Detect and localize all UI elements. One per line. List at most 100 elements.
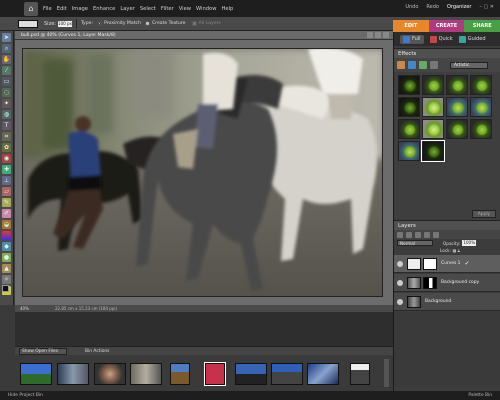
effect-thumbnail[interactable] [422, 97, 444, 117]
size-input[interactable]: 100 px [57, 20, 72, 27]
color-swatches[interactable] [2, 285, 12, 295]
file-thumbnail[interactable] [307, 363, 339, 385]
lock-transparency-icon[interactable]: ▦ [452, 248, 456, 253]
layer-row-background[interactable]: Background [394, 293, 500, 311]
photo-effects-icon[interactable] [419, 61, 427, 69]
filters-icon[interactable] [397, 61, 405, 69]
cookie-cutter-icon[interactable]: ✿ [2, 143, 11, 152]
effect-thumbnail[interactable] [398, 141, 420, 161]
menu-window[interactable]: Window [196, 6, 216, 12]
layer-row-background-copy[interactable]: Background copy [394, 274, 500, 292]
layer-mask-thumbnail[interactable] [423, 276, 437, 289]
effect-thumbnail[interactable] [446, 75, 468, 95]
shape-tool-icon[interactable]: ◆ [2, 242, 11, 251]
foreground-color[interactable] [2, 285, 9, 292]
effects-panel-header[interactable]: Effects [394, 48, 500, 58]
mode-guided[interactable]: Guided [458, 35, 486, 43]
menu-view[interactable]: View [179, 6, 191, 12]
undo-button[interactable]: Undo [405, 4, 418, 10]
menu-filter[interactable]: Filter [161, 6, 174, 12]
menu-image[interactable]: Image [72, 6, 88, 12]
file-thumbnail[interactable] [130, 363, 162, 385]
layer-styles-icon[interactable] [408, 61, 416, 69]
file-thumbnail[interactable] [350, 363, 370, 385]
palette-bin-button[interactable]: Palette Bin [468, 391, 492, 400]
effect-thumbnail-selected[interactable] [422, 141, 444, 161]
visibility-eye-icon[interactable] [397, 279, 403, 286]
marquee-icon[interactable]: ▭ [2, 77, 11, 86]
effect-thumbnail[interactable] [398, 75, 420, 95]
brush-preview[interactable] [18, 19, 38, 28]
all-layers-checkbox[interactable] [191, 21, 197, 26]
bin-scrollbar[interactable] [384, 359, 389, 387]
tab-create[interactable]: CREATE [428, 20, 465, 32]
redo-button[interactable]: Redo [426, 4, 439, 10]
blend-mode-select[interactable]: Normal [397, 240, 433, 246]
effect-thumbnail[interactable] [470, 75, 492, 95]
menu-help[interactable]: Help [221, 6, 233, 12]
gradient-icon[interactable] [2, 231, 11, 240]
hide-project-bin-button[interactable]: Hide Project Bin [8, 391, 43, 400]
zoom-level[interactable]: 40% [20, 305, 29, 312]
crop-tool-icon[interactable]: ⌗ [2, 132, 11, 141]
paint-bucket-icon[interactable]: ◒ [2, 220, 11, 229]
mode-quick[interactable]: Quick [429, 35, 453, 43]
visibility-eye-icon[interactable] [397, 298, 403, 305]
eyedropper-icon[interactable]: ⁄ [2, 66, 11, 75]
hand-tool-icon[interactable]: ✋ [2, 55, 11, 64]
file-thumbnail[interactable] [20, 363, 52, 385]
eraser-icon[interactable]: ▱ [2, 187, 11, 196]
selection-brush-icon[interactable]: ◍ [2, 110, 11, 119]
pencil-icon[interactable]: ✎ [2, 198, 11, 207]
checkmark-icon[interactable]: ✓ [464, 260, 469, 267]
effects-apply-button[interactable]: Apply [472, 210, 496, 218]
sponge-tool-icon[interactable]: ▲ [2, 264, 11, 273]
zoom-tool-icon[interactable]: ⌕ [2, 44, 11, 53]
magic-wand-icon[interactable]: ✦ [2, 99, 11, 108]
window-controls[interactable]: – ▢ ✕ [479, 4, 494, 10]
mode-full[interactable]: Full [400, 34, 424, 44]
add-mask-icon[interactable] [424, 231, 430, 238]
effect-thumbnail[interactable] [446, 97, 468, 117]
file-thumbnail[interactable] [57, 363, 89, 385]
doc-minimize-icon[interactable] [367, 32, 373, 38]
blur-tool-icon[interactable]: ● [2, 253, 11, 262]
canvas-area[interactable] [15, 40, 393, 305]
doc-close-icon[interactable] [383, 32, 389, 38]
menu-layer[interactable]: Layer [120, 6, 134, 12]
smart-brush-icon[interactable]: ✧ [2, 275, 11, 284]
type-tool-icon[interactable]: T [2, 121, 11, 130]
clone-stamp-icon[interactable]: ⊥ [2, 176, 11, 185]
proximity-match-radio[interactable] [97, 21, 103, 26]
menu-file[interactable]: File [43, 6, 52, 12]
effect-thumbnail[interactable] [398, 97, 420, 117]
healing-brush-icon[interactable]: ✚ [2, 165, 11, 174]
file-thumbnail[interactable] [271, 363, 303, 385]
file-thumbnail[interactable] [235, 363, 267, 385]
lock-all-icon[interactable]: 🔒︎ [458, 248, 460, 253]
tab-edit[interactable]: EDIT [393, 20, 429, 32]
layer-mask-thumbnail[interactable] [423, 257, 437, 270]
doc-maximize-icon[interactable] [375, 32, 381, 38]
visibility-eye-icon[interactable] [397, 260, 403, 267]
effect-thumbnail[interactable] [398, 119, 420, 139]
document-title[interactable]: bull.psd @ 40% (Curves 1, Layer Mask/8) [15, 31, 393, 40]
menu-edit[interactable]: Edit [57, 6, 67, 12]
effects-category-select[interactable]: Artistic [450, 61, 488, 69]
show-all-icon[interactable] [430, 61, 438, 69]
menu-enhance[interactable]: Enhance [93, 6, 115, 12]
file-thumbnail-selected[interactable] [205, 363, 225, 385]
show-open-files-select[interactable]: Show Open Files [19, 348, 67, 355]
red-eye-icon[interactable]: ◉ [2, 154, 11, 163]
menu-select[interactable]: Select [140, 6, 156, 12]
effect-thumbnail[interactable] [470, 119, 492, 139]
effect-thumbnail[interactable] [470, 97, 492, 117]
effect-thumbnail[interactable] [422, 119, 444, 139]
tab-share[interactable]: SHARE [464, 20, 500, 32]
layers-panel-header[interactable]: Layers [394, 220, 500, 230]
home-icon[interactable]: ⌂ [24, 1, 38, 16]
brush-icon[interactable]: ✐ [2, 209, 11, 218]
effect-thumbnail[interactable] [422, 75, 444, 95]
effect-thumbnail[interactable] [446, 119, 468, 139]
new-layer-icon[interactable] [397, 231, 403, 238]
